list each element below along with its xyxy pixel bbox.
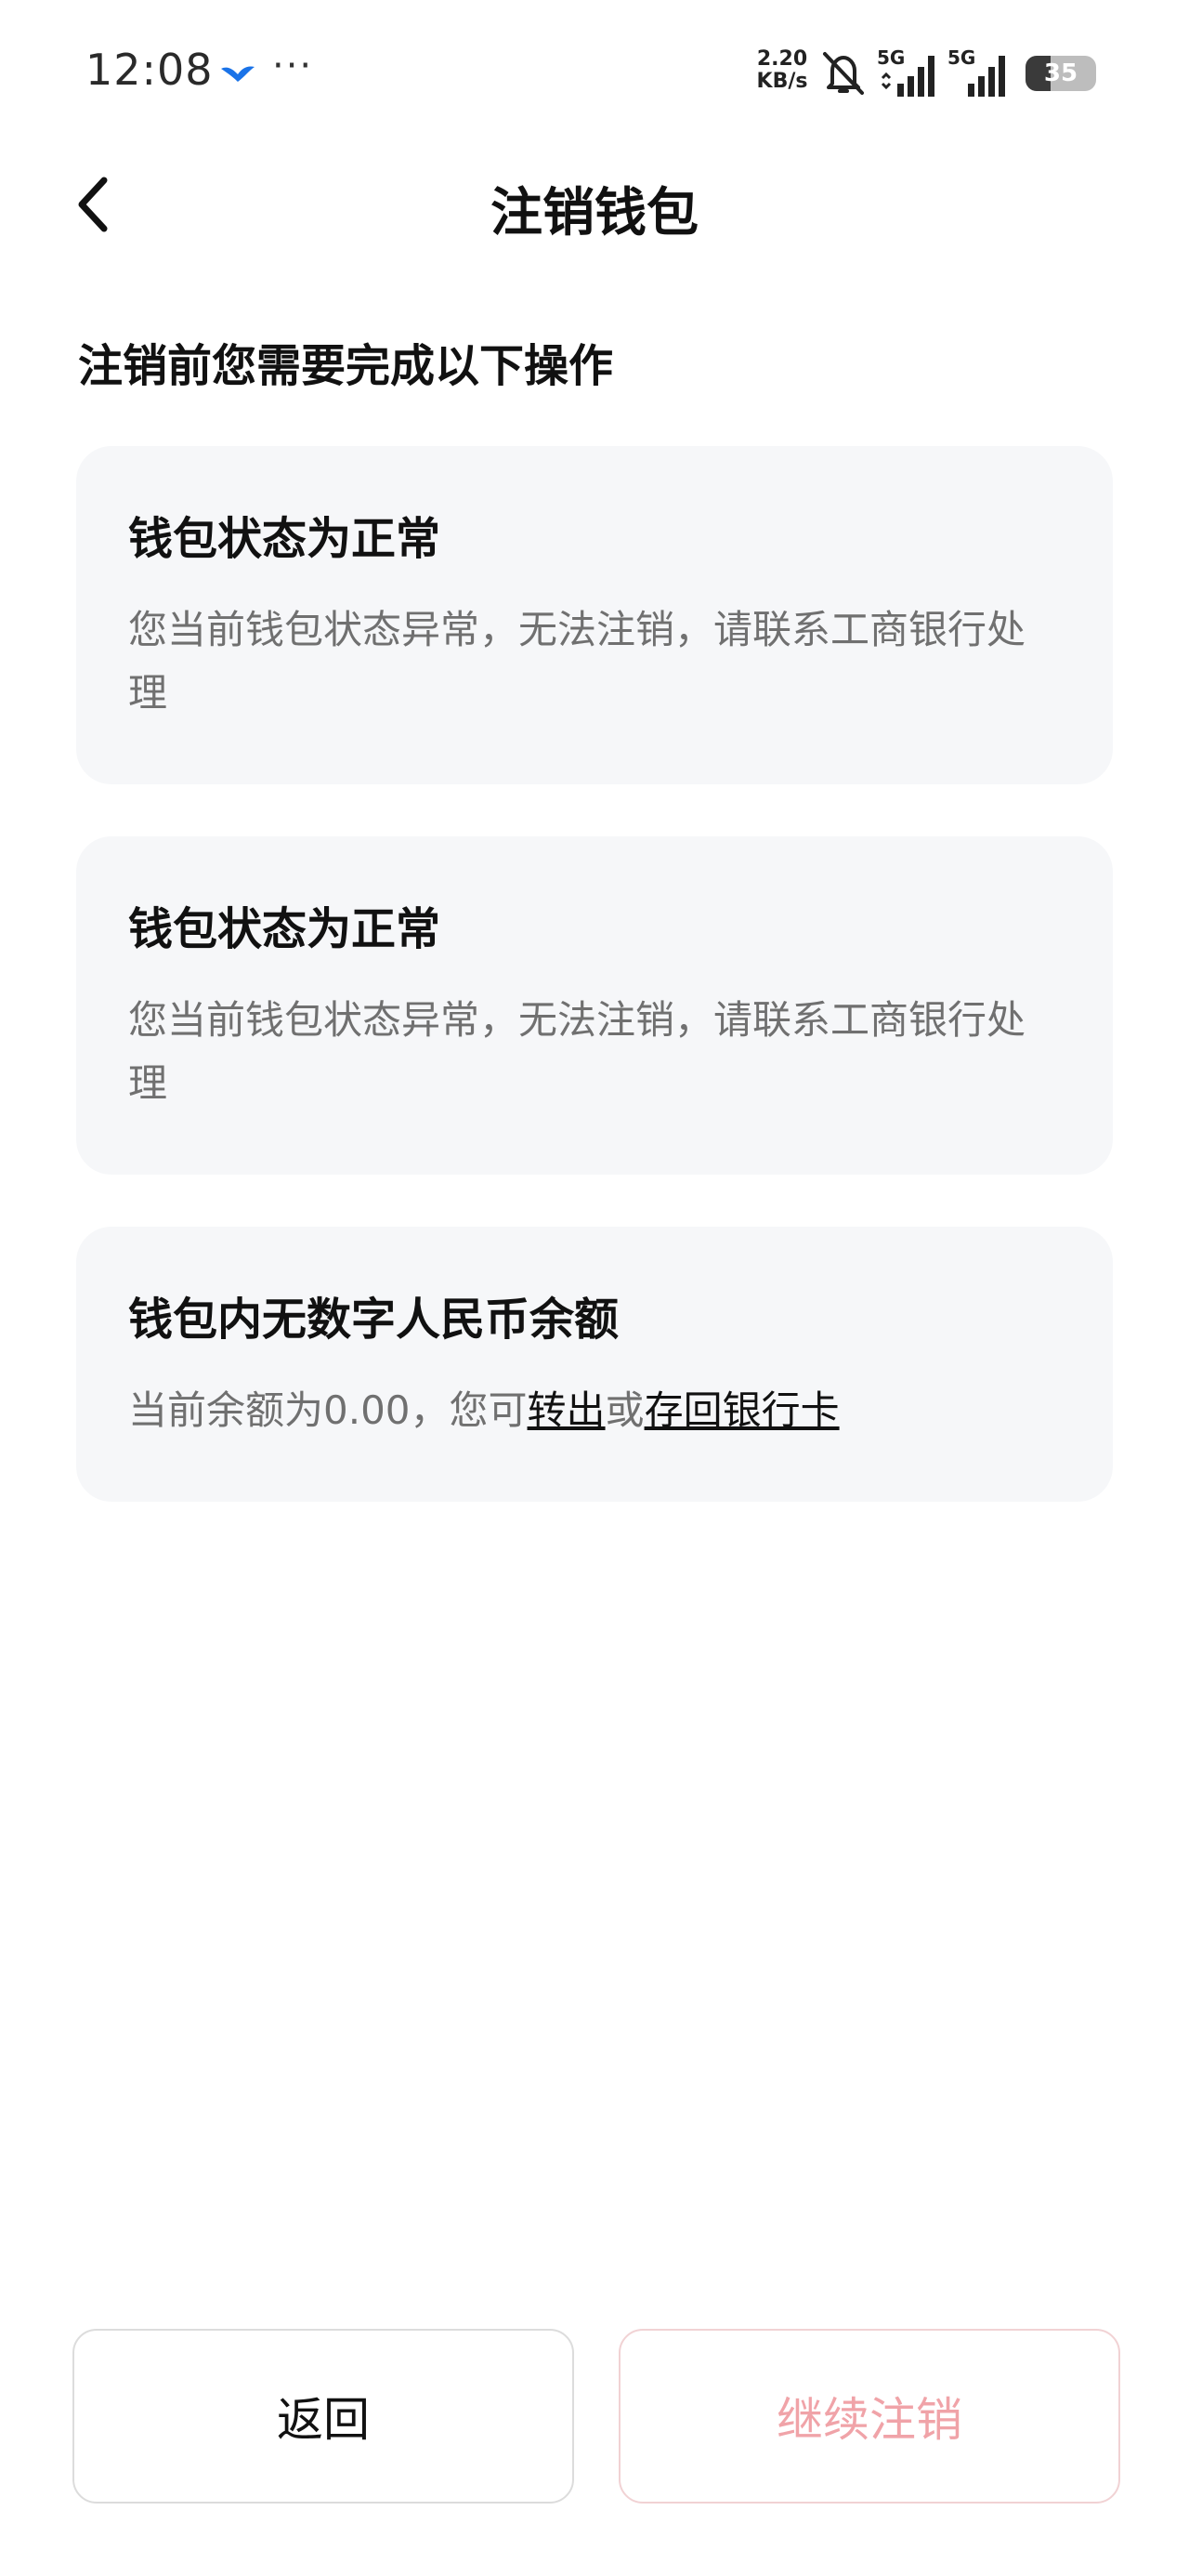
net-speed: 2.20 KB/s xyxy=(754,48,810,93)
balance-text: 当前余额为0.00，您可 xyxy=(128,1387,528,1433)
battery-icon: 35 xyxy=(1026,56,1096,91)
card-description: 您当前钱包状态异常，无法注销，请联系工商银行处理 xyxy=(128,607,1026,716)
signal-icon xyxy=(968,56,1005,97)
deposit-to-bank-card-link[interactable]: 存回银行卡 xyxy=(645,1387,840,1433)
section-heading: 注销前您需要完成以下操作 xyxy=(78,340,614,392)
back-action-button[interactable]: 返回 xyxy=(72,2329,574,2504)
transfer-out-link[interactable]: 转出 xyxy=(528,1387,606,1433)
status-bar: 12:08 ··· 2.20 KB/s 5G 5G 35 xyxy=(0,0,1189,149)
card-title: 钱包状态为正常 xyxy=(128,513,441,565)
or-text: 或 xyxy=(605,1387,645,1433)
app-bird-icon xyxy=(221,66,255,82)
requirement-card-balance: 钱包内无数字人民币余额 当前余额为0.00，您可转出或存回银行卡 xyxy=(76,1227,1113,1502)
signal-1: 5G xyxy=(877,46,944,99)
net-speed-unit: KB/s xyxy=(756,70,808,93)
signal-2: 5G xyxy=(947,46,1014,99)
requirement-card-wallet-status: 钱包状态为正常 您当前钱包状态异常，无法注销，请联系工商银行处理 xyxy=(76,446,1113,784)
page-title: 注销钱包 xyxy=(490,183,699,243)
card-title: 钱包内无数字人民币余额 xyxy=(128,1294,620,1346)
requirement-card-wallet-status: 钱包状态为正常 您当前钱包状态异常，无法注销，请联系工商银行处理 xyxy=(76,836,1113,1175)
bell-muted-icon xyxy=(823,52,864,95)
battery-level: 35 xyxy=(1043,59,1078,87)
signal-icon xyxy=(881,56,934,97)
card-description: 您当前钱包状态异常，无法注销，请联系工商银行处理 xyxy=(128,997,1026,1106)
card-description: 当前余额为0.00，您可转出或存回银行卡 xyxy=(128,1379,1061,1442)
continue-cancel-button[interactable]: 继续注销 xyxy=(619,2329,1120,2504)
status-time: 12:08 xyxy=(85,45,214,95)
more-dots-icon: ··· xyxy=(272,45,314,87)
net-speed-value: 2.20 xyxy=(756,47,808,71)
card-title: 钱包状态为正常 xyxy=(128,903,441,955)
